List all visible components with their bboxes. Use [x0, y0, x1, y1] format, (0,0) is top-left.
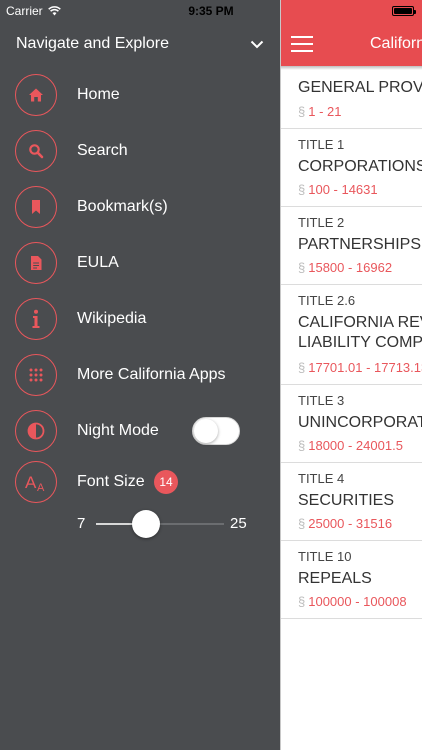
font-size-badge: 14	[154, 470, 178, 494]
row-subtitle: TITLE 3	[298, 393, 345, 408]
hamburger-menu-icon[interactable]	[291, 36, 313, 52]
svg-text:A: A	[37, 482, 45, 492]
section-symbol: §	[298, 104, 306, 119]
toggle-knob	[194, 419, 218, 443]
status-time: 9:35 PM	[188, 4, 234, 18]
menu-label-home: Home	[77, 86, 120, 103]
row-title: REPEALS	[298, 570, 372, 587]
row-subtitle: TITLE 1	[298, 137, 345, 152]
row-range: § 15800 - 16962	[298, 260, 392, 275]
slider-max-label: 25	[230, 515, 247, 532]
chevron-down-icon[interactable]	[250, 37, 264, 51]
menu-item-wikipedia[interactable]: Wikipedia	[0, 291, 280, 347]
row-title: PARTNERSHIPS	[298, 236, 421, 253]
home-icon	[15, 74, 57, 116]
section-symbol: §	[298, 260, 306, 275]
row-title: GENERAL PROVISIONS	[298, 79, 422, 96]
contrast-icon	[15, 410, 57, 452]
status-bar: Carrier 9:35 PM	[0, 0, 422, 22]
menu-item-bookmarks[interactable]: Bookmark(s)	[0, 179, 280, 235]
bookmark-icon	[15, 186, 57, 228]
row-subtitle: TITLE 2.6	[298, 293, 356, 308]
main-content: California GENERAL PROVISIONS §1 - 21 TI…	[280, 0, 422, 750]
document-icon	[15, 242, 57, 284]
row-range: § 18000 - 24001.5	[298, 438, 403, 453]
section-symbol: §	[298, 516, 306, 531]
row-range-value: 100000 - 100008	[308, 594, 407, 609]
list-item[interactable]: TITLE 3 UNINCORPORATED §18000 - 24001.5	[281, 385, 422, 463]
row-range-value: 17701.01 - 17713.13	[308, 360, 422, 375]
section-symbol: §	[298, 594, 306, 609]
menu-item-search[interactable]: Search	[0, 123, 280, 179]
row-range-value: 1 - 21	[308, 104, 342, 119]
info-icon	[15, 298, 57, 340]
row-subtitle: TITLE 10	[298, 549, 352, 564]
row-range-value: 25000 - 31516	[308, 516, 393, 531]
row-range-value: 15800 - 16962	[308, 260, 393, 275]
row-title: UNINCORPORATED	[298, 414, 422, 431]
slider-min-label: 7	[77, 515, 86, 532]
font-size-slider: 7 25	[0, 509, 280, 539]
grid-icon	[15, 354, 57, 396]
row-range: § 100000 - 100008	[298, 594, 407, 609]
night-mode-toggle[interactable]	[192, 417, 240, 445]
menu-item-home[interactable]: Home	[0, 67, 280, 123]
menu-item-eula[interactable]: EULA	[0, 235, 280, 291]
list-item[interactable]: TITLE 10 REPEALS § 100000 - 100008	[281, 541, 422, 619]
section-symbol: §	[298, 182, 306, 197]
row-range: § 25000 - 31516	[298, 516, 392, 531]
drawer-title: Navigate and Explore	[16, 35, 169, 52]
section-symbol: §	[298, 360, 306, 375]
row-range: § 17701.01 - 17713.13	[298, 360, 422, 375]
row-title: CORPORATIONS	[298, 158, 422, 175]
menu-label-bookmarks: Bookmark(s)	[77, 198, 168, 215]
row-range: § 1 - 21	[298, 104, 341, 119]
menu-label-night-mode: Night Mode	[77, 422, 159, 439]
menu-label-search: Search	[77, 142, 128, 159]
menu-label-eula: EULA	[77, 254, 119, 271]
slider-thumb[interactable]	[131, 510, 160, 538]
search-icon	[15, 130, 57, 172]
row-subtitle: TITLE 4	[298, 471, 345, 486]
app-title: California	[370, 35, 422, 52]
menu-item-font-size: AA Font Size 14	[0, 454, 280, 510]
font-size-icon: AA	[15, 461, 57, 503]
battery-icon	[392, 6, 416, 16]
row-title: CALIFORNIA REVISED	[298, 314, 422, 331]
list-item[interactable]: TITLE 2 PARTNERSHIPS § 15800 - 16962	[281, 207, 422, 285]
slider-track[interactable]	[96, 523, 224, 525]
menu-label-font-size: Font Size	[77, 473, 145, 490]
list-item[interactable]: GENERAL PROVISIONS §1 - 21	[281, 66, 422, 129]
row-range-value: 18000 - 24001.5	[308, 438, 403, 453]
row-title: SECURITIES	[298, 492, 395, 509]
section-symbol: §	[298, 438, 306, 453]
list-item[interactable]: TITLE 2.6 CALIFORNIA REVISED LIABILITY C…	[281, 285, 422, 385]
svg-text:A: A	[25, 473, 37, 492]
row-range: § 100 - 14631	[298, 182, 378, 197]
row-range-value: 100 - 14631	[308, 182, 378, 197]
row-title-line2: LIABILITY COMPANY	[298, 334, 422, 351]
navigation-drawer: Navigate and Explore Home Search Bookmar…	[0, 0, 280, 750]
menu-label-more-apps: More California Apps	[77, 366, 226, 383]
list-item[interactable]: TITLE 4 SECURITIES § 25000 - 31516	[281, 463, 422, 541]
row-subtitle: TITLE 2	[298, 215, 345, 230]
menu-item-night-mode: Night Mode	[0, 403, 280, 459]
menu-item-more-apps[interactable]: More California Apps	[0, 347, 280, 403]
list-item[interactable]: TITLE 1 CORPORATIONS § 100 - 14631	[281, 129, 422, 207]
menu-label-wikipedia: Wikipedia	[77, 310, 147, 327]
drawer-header[interactable]: Navigate and Explore	[0, 22, 280, 66]
